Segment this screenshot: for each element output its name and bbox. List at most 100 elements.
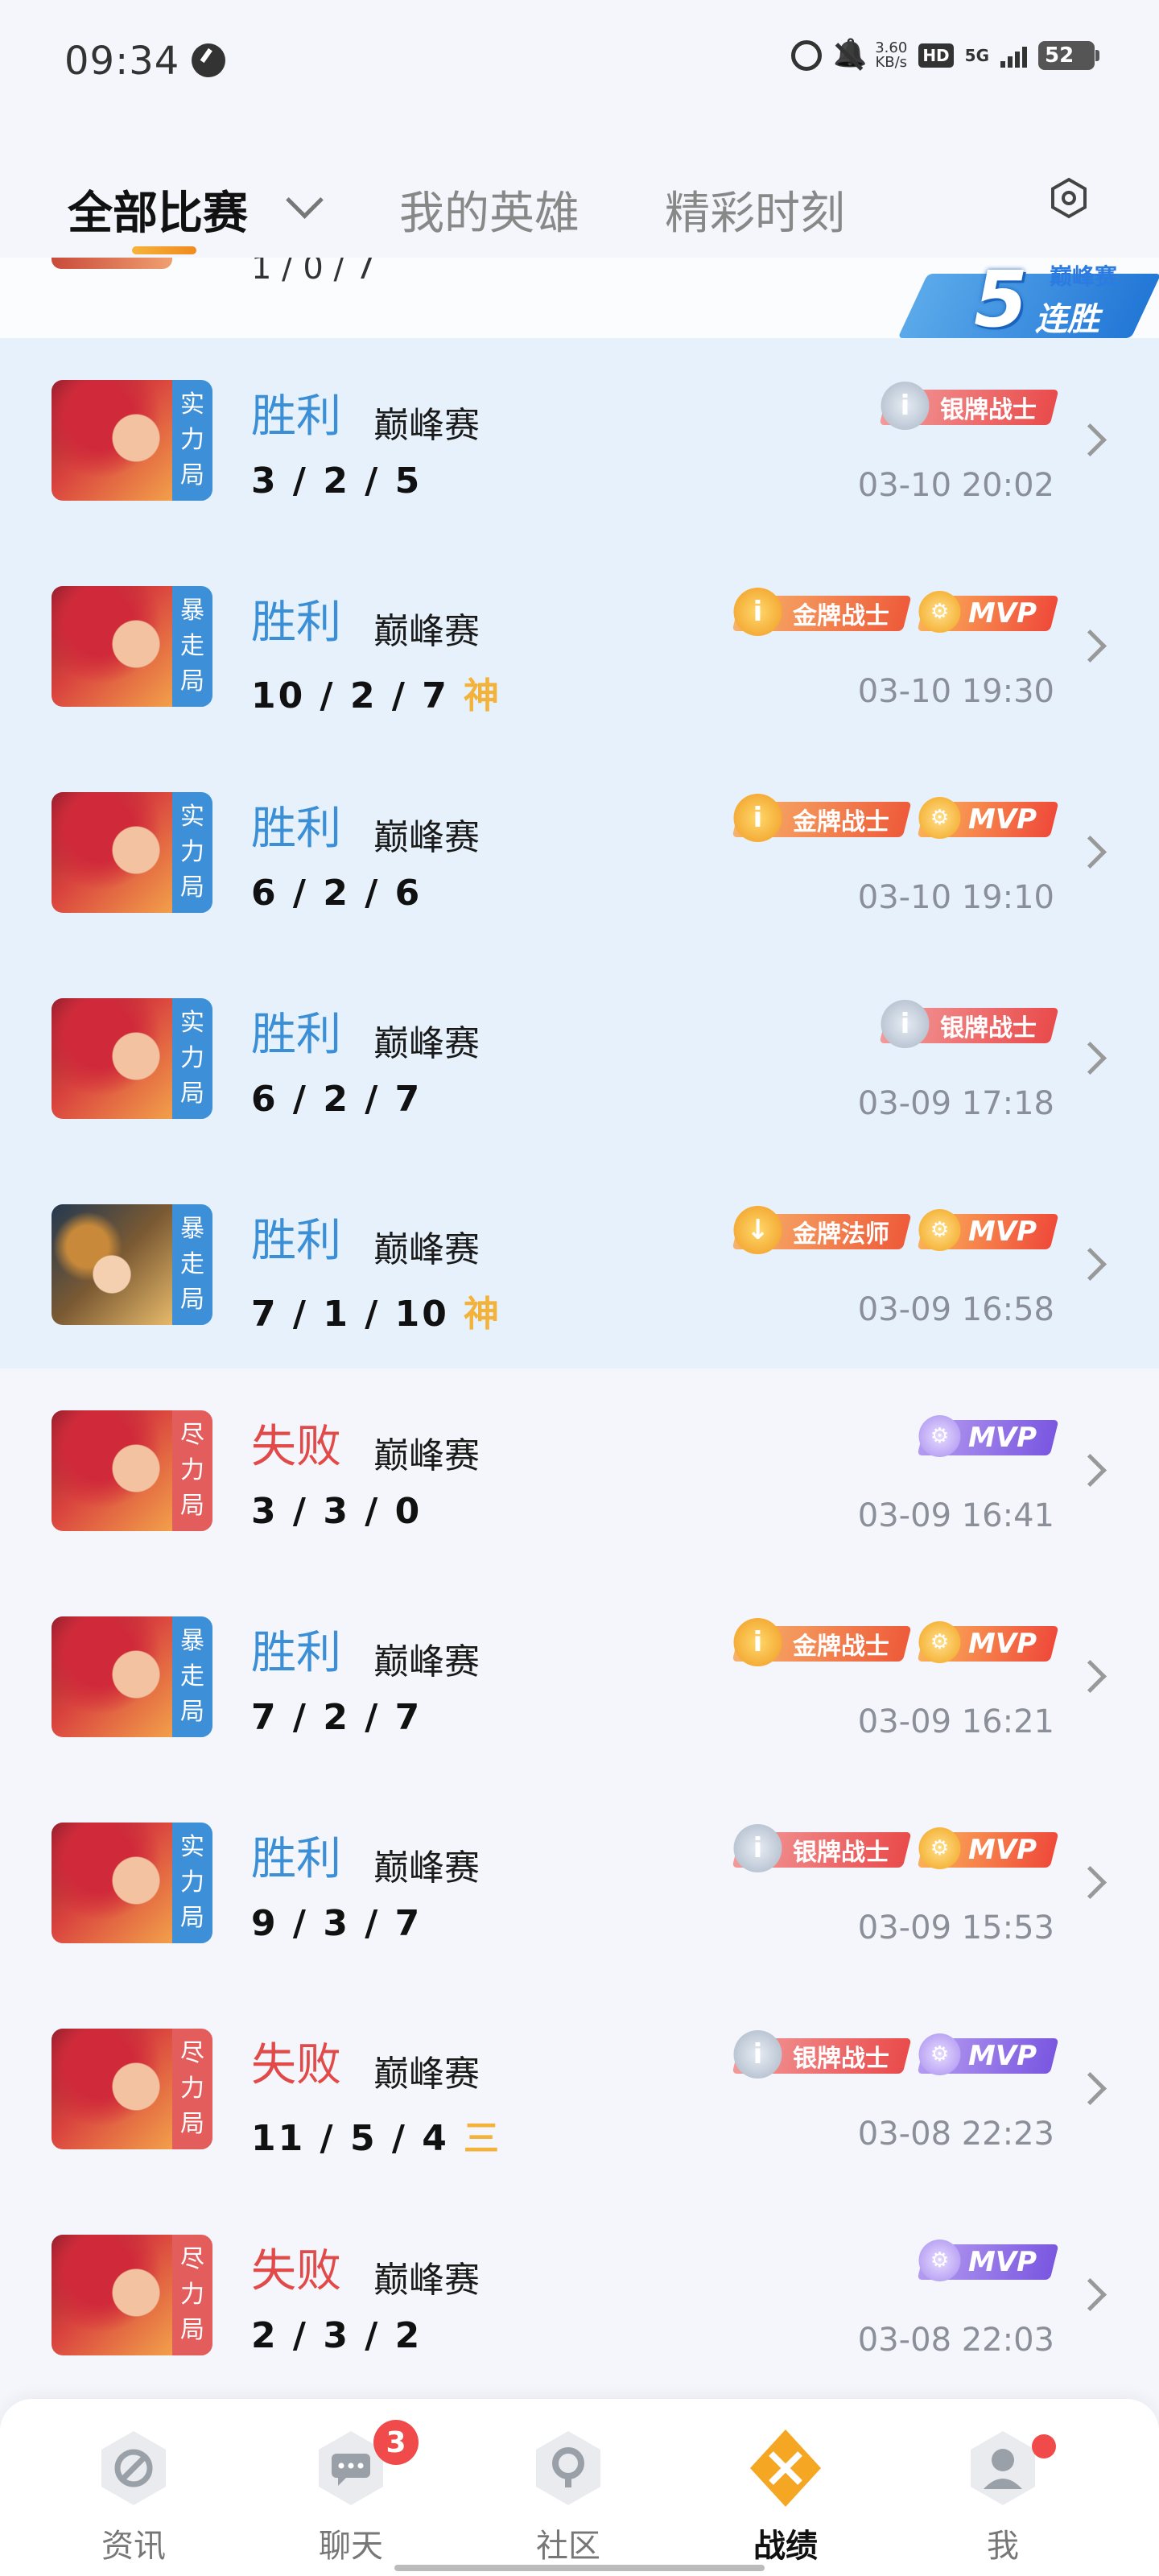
badge-group: i 金牌战士 ⚙ MVP [732,1618,1059,1666]
kda: 3 / 3 / 0 [251,1491,422,1532]
match-row[interactable]: 尽力局 失败 巅峰赛 3 / 3 / 0 ⚙ MVP 03-09 16:41 [0,1368,1159,1575]
match-mode: 巅峰赛 [373,1435,480,1476]
hero-avatar: 实力局 [52,1823,212,1943]
profile-icon [963,2428,1043,2508]
badge-group: i 银牌战士 ⚙ MVP [732,1824,1059,1872]
mode-tag-char: 力 [180,2281,204,2309]
hero-avatar [52,258,172,269]
match-mode: 巅峰赛 [373,611,480,652]
chevron-right-icon[interactable] [1073,835,1107,869]
match-quality-tag: 实力局 [172,380,212,501]
nav-item-profile[interactable]: 我 [922,2415,1083,2576]
chevron-right-icon[interactable] [1073,1659,1107,1694]
mode-tag-char: 力 [180,426,204,454]
match-time: 03-09 16:21 [857,1703,1054,1740]
location-icon [192,43,225,77]
medal-icon: ⚙ [918,1827,961,1869]
badge-label: MVP [967,803,1037,836]
kda: 1 / 0 / 7 [251,258,376,287]
match-row[interactable]: 暴走局 胜利 巅峰赛 10 / 2 / 7 神 i 金牌战士 ⚙ MVP 03-1… [0,544,1159,750]
list-item-partial[interactable]: 1 / 0 / 7 5 巅峰赛 连胜 [0,258,1159,345]
match-list[interactable]: 1 / 0 / 7 5 巅峰赛 连胜 实力局 胜利 巅峰赛 3 / 2 / 5 … [0,258,1159,2415]
battle-record-icon [745,2428,826,2508]
match-row[interactable]: 暴走局 胜利 巅峰赛 7 / 2 / 7 i 金牌战士 ⚙ MVP 03-09 … [0,1575,1159,1781]
rank-badge: i 银牌战士 [879,382,1059,430]
tab-highlights[interactable]: 精彩时刻 [665,177,845,242]
nav-item-community[interactable]: 社区 [488,2415,649,2576]
mode-tag-char: 尽 [180,2245,204,2273]
nav-item-chat[interactable]: 聊天 3 [270,2415,431,2576]
chevron-right-icon[interactable] [1073,2071,1107,2106]
match-result: 胜利 [251,1833,341,1885]
rank-badge: i 银牌战士 [732,2030,912,2079]
match-row[interactable]: 尽力局 失败 巅峰赛 11 / 5 / 4 三 i 银牌战士 ⚙ MVP 03-0… [0,1987,1159,2193]
status-icons: 3.60 KB/s HD 5G 52 [791,40,1099,71]
match-row[interactable]: 实力局 胜利 巅峰赛 3 / 2 / 5 i 银牌战士 03-10 20:02 [0,338,1159,544]
hero-portrait [52,1410,172,1531]
mode-tag-char: 走 [180,1662,204,1690]
mode-tag-char: 力 [180,2074,204,2103]
rank-badge: ↓ 金牌法师 [732,1206,912,1254]
chevron-right-icon[interactable] [1073,1247,1107,1282]
match-mode: 巅峰赛 [373,1847,480,1889]
mode-tag-char: 实 [180,1009,204,1037]
badge-label: 银牌战士 [940,396,1037,424]
chevron-right-icon[interactable] [1073,1453,1107,1488]
medal-icon: ⚙ [918,1209,961,1251]
hero-avatar: 暴走局 [52,586,212,707]
badge-label: 金牌战士 [792,602,889,630]
alarm-icon [791,40,823,71]
match-quality-tag: 暴走局 [172,1204,212,1325]
match-mode: 巅峰赛 [373,1023,480,1064]
mode-tag-char: 局 [180,667,204,696]
badge-label: MVP [967,597,1037,630]
medal-icon: i [733,2030,782,2079]
active-tab-indicator [132,246,196,254]
chevron-right-icon[interactable] [1073,629,1107,663]
nav-item-news[interactable]: 资讯 [53,2415,214,2576]
nav-label: 社区 [536,2528,600,2565]
chevron-right-icon[interactable] [1073,2277,1107,2312]
badge-group: i 银牌战士 ⚙ MVP [732,2030,1059,2079]
kda: 7 / 1 / 10 神 [251,1285,499,1336]
mode-tag-char: 实 [180,803,204,831]
match-row[interactable]: 实力局 胜利 巅峰赛 6 / 2 / 6 i 金牌战士 ⚙ MVP 03-10 … [0,750,1159,956]
match-row[interactable]: 暴走局 胜利 巅峰赛 7 / 1 / 10 神 ↓ 金牌法师 ⚙ MVP 03-0… [0,1162,1159,1368]
chevron-right-icon[interactable] [1073,423,1107,457]
hero-avatar: 实力局 [52,792,212,913]
match-quality-tag: 尽力局 [172,2235,212,2355]
match-quality-tag: 暴走局 [172,586,212,707]
match-row[interactable]: 实力局 胜利 巅峰赛 9 / 3 / 7 i 银牌战士 ⚙ MVP 03-09 … [0,1781,1159,1987]
match-row[interactable]: 尽力局 失败 巅峰赛 2 / 3 / 2 ⚙ MVP 03-08 22:03 [0,2193,1159,2399]
tab-my-heroes[interactable]: 我的英雄 [399,177,580,242]
badge-label: 银牌战士 [792,1839,889,1867]
hero-avatar: 暴走局 [52,1204,212,1325]
match-quality-tag: 实力局 [172,1823,212,1943]
chevron-right-icon[interactable] [1073,1865,1107,1900]
badge-label: MVP [967,2246,1037,2278]
nav-item-battle-record[interactable]: 战绩 [705,2415,866,2576]
badge-label: MVP [967,2040,1037,2072]
chevron-right-icon[interactable] [1073,1041,1107,1075]
nav-label: 战绩 [753,2528,818,2565]
match-result: 失败 [251,2039,341,2091]
kda: 10 / 2 / 7 神 [251,667,499,718]
kda-value: 2 / 3 / 2 [251,2315,423,2356]
mode-tag-char: 走 [180,632,204,660]
hero-portrait [52,380,172,501]
rank-badge: i 银牌战士 [879,1000,1059,1048]
badge-label: 银牌战士 [940,1014,1037,1042]
rank-badge: i 金牌战士 [732,1618,912,1666]
kda: 6 / 2 / 7 [251,1079,422,1120]
badge-label: 金牌战士 [792,1633,889,1661]
mode-tag-char: 局 [180,2316,204,2344]
tab-all-matches[interactable]: 全部比赛 [68,177,248,242]
match-row[interactable]: 实力局 胜利 巅峰赛 6 / 2 / 7 i 银牌战士 03-09 17:18 [0,956,1159,1162]
medal-icon: i [733,1824,782,1872]
match-result: 失败 [251,1421,341,1473]
match-quality-tag: 实力局 [172,998,212,1119]
chevron-down-icon[interactable] [286,181,324,219]
unread-badge: 3 [373,2420,419,2465]
settings-icon[interactable] [1048,177,1090,219]
match-time: 03-08 22:23 [857,2116,1054,2153]
